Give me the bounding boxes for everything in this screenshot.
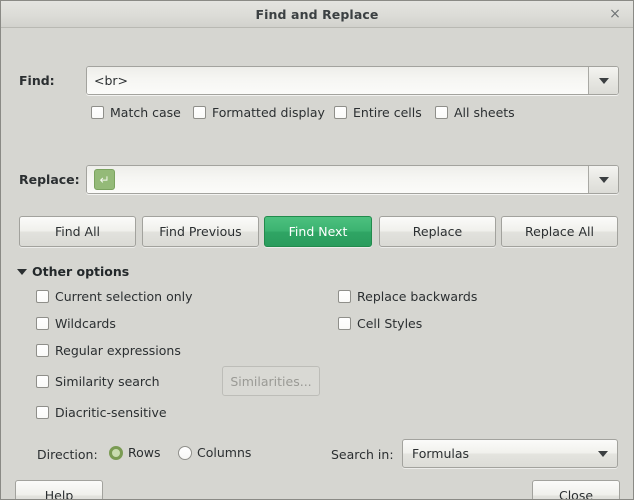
checkbox-label: All sheets	[454, 105, 515, 120]
search-in-value: Formulas	[412, 446, 470, 461]
checkbox-cell-styles[interactable]: Cell Styles	[338, 316, 422, 331]
checkbox-formatted-display[interactable]: Formatted display	[193, 105, 325, 120]
find-all-button[interactable]: Find All	[19, 216, 136, 247]
find-previous-button[interactable]: Find Previous	[142, 216, 259, 247]
checkbox-label: Diacritic-sensitive	[55, 405, 167, 420]
dialog-title: Find and Replace	[255, 6, 379, 22]
checkbox-label: Similarity search	[55, 374, 160, 389]
replace-dropdown-button[interactable]	[588, 166, 618, 193]
replace-label: Replace:	[19, 172, 80, 187]
chevron-down-icon	[598, 176, 609, 183]
checkbox-box	[36, 375, 49, 388]
checkbox-label: Formatted display	[212, 105, 325, 120]
checkbox-box	[338, 317, 351, 330]
checkbox-box	[36, 290, 49, 303]
checkbox-box	[36, 406, 49, 419]
help-button[interactable]: Help	[15, 480, 103, 499]
search-in-combobox[interactable]: Formulas	[402, 439, 618, 468]
checkbox-diacritic-sensitive[interactable]: Diacritic-sensitive	[36, 405, 167, 420]
checkbox-box	[435, 106, 448, 119]
radio-columns[interactable]: Columns	[178, 445, 251, 460]
checkbox-box	[91, 106, 104, 119]
similarities-button[interactable]: Similarities...	[222, 366, 320, 396]
radio-rows[interactable]: Rows	[109, 445, 161, 460]
checkbox-label: Cell Styles	[357, 316, 423, 331]
dialog-body: Find: <br> Match case Formatted display …	[1, 28, 633, 499]
checkbox-current-selection-only[interactable]: Current selection only	[36, 289, 193, 304]
find-input[interactable]: <br>	[87, 67, 588, 94]
radio-circle	[178, 445, 192, 460]
other-options-expander[interactable]: Other options	[17, 264, 129, 279]
close-icon[interactable]: ×	[606, 5, 624, 23]
triangle-down-icon	[17, 268, 27, 275]
replace-input[interactable]: ↵	[87, 166, 588, 193]
checkbox-label: Regular expressions	[55, 343, 181, 358]
find-label: Find:	[19, 73, 55, 88]
checkbox-box	[36, 317, 49, 330]
checkbox-box	[334, 106, 347, 119]
checkbox-replace-backwards[interactable]: Replace backwards	[338, 289, 477, 304]
checkbox-all-sheets[interactable]: All sheets	[435, 105, 515, 120]
checkbox-label: Replace backwards	[357, 289, 478, 304]
other-options-label: Other options	[32, 264, 130, 279]
replace-all-button[interactable]: Replace All	[501, 216, 618, 247]
checkbox-box	[193, 106, 206, 119]
replace-combobox[interactable]: ↵	[86, 165, 619, 194]
checkbox-similarity-search[interactable]: Similarity search	[36, 374, 160, 389]
find-and-replace-dialog: Find and Replace × Find: <br> Match case…	[0, 0, 634, 500]
checkbox-label: Match case	[110, 105, 181, 120]
direction-label: Direction:	[37, 447, 98, 462]
close-button[interactable]: Close	[532, 480, 620, 499]
chevron-down-icon	[598, 77, 609, 84]
find-combobox[interactable]: <br>	[86, 66, 619, 95]
checkbox-label: Wildcards	[55, 316, 116, 331]
checkbox-label: Entire cells	[353, 105, 422, 120]
replace-button[interactable]: Replace	[379, 216, 496, 247]
checkbox-wildcards[interactable]: Wildcards	[36, 316, 116, 331]
title-bar: Find and Replace ×	[1, 1, 633, 28]
find-next-button[interactable]: Find Next	[264, 216, 372, 247]
checkbox-box	[36, 344, 49, 357]
checkbox-label: Current selection only	[55, 289, 193, 304]
checkbox-entire-cells[interactable]: Entire cells	[334, 105, 422, 120]
chevron-down-icon	[598, 450, 608, 457]
radio-circle	[109, 445, 123, 460]
radio-label: Rows	[128, 445, 161, 460]
checkbox-regular-expressions[interactable]: Regular expressions	[36, 343, 181, 358]
radio-label: Columns	[197, 445, 252, 460]
checkbox-match-case[interactable]: Match case	[91, 105, 181, 120]
find-dropdown-button[interactable]	[588, 67, 618, 94]
newline-token[interactable]: ↵	[94, 169, 115, 190]
checkbox-box	[338, 290, 351, 303]
search-in-label: Search in:	[331, 447, 394, 462]
